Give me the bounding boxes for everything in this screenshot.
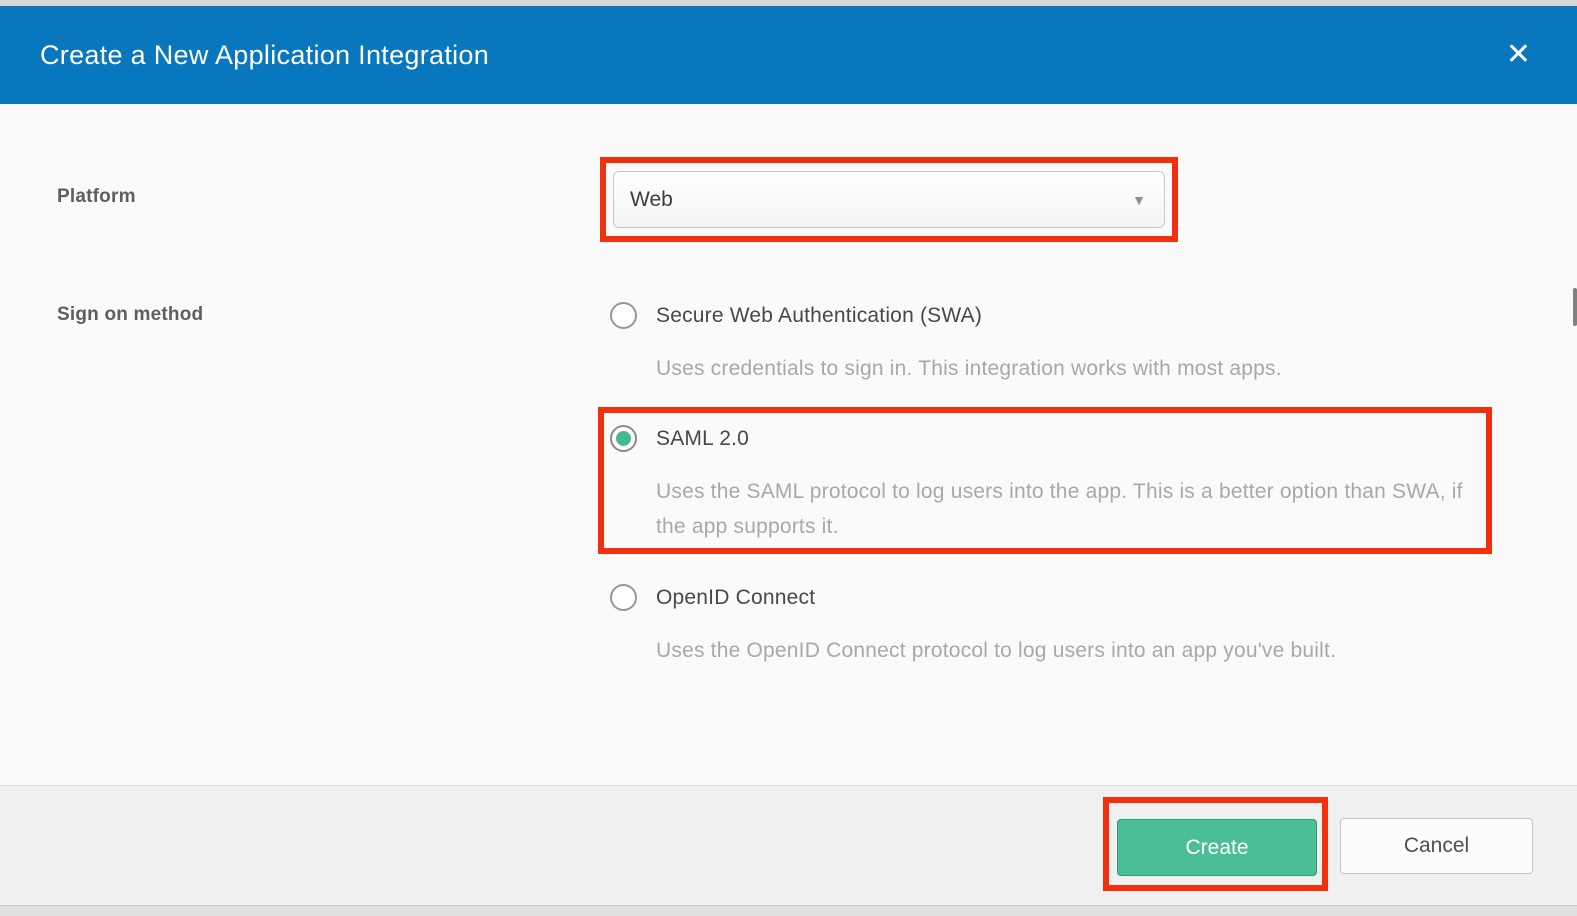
sign-on-method-field-label: Sign on method — [57, 304, 203, 326]
create-button[interactable]: Create — [1117, 819, 1317, 876]
close-icon[interactable]: ✕ — [1506, 40, 1531, 70]
radio-dot — [616, 590, 631, 605]
scrollbar-thumb[interactable] — [1573, 288, 1577, 326]
option-label-openid[interactable]: OpenID Connect — [656, 586, 815, 610]
radio-selected-dot — [616, 431, 631, 446]
option-label-saml[interactable]: SAML 2.0 — [656, 427, 749, 451]
modal-header: Create a New Application Integration ✕ — [0, 6, 1577, 104]
option-description-swa: Uses credentials to sign in. This integr… — [656, 351, 1516, 386]
radio-dot — [616, 308, 631, 323]
cancel-button[interactable]: Cancel — [1340, 818, 1533, 874]
chevron-down-icon: ▼ — [1132, 192, 1146, 208]
page-bottom-strip — [0, 905, 1577, 916]
option-description-openid: Uses the OpenID Connect protocol to log … — [656, 633, 1536, 668]
option-description-saml: Uses the SAML protocol to log users into… — [656, 474, 1476, 544]
radio-secure-web-authentication[interactable] — [610, 302, 637, 329]
radio-saml-2-0[interactable] — [610, 425, 637, 452]
option-label-swa[interactable]: Secure Web Authentication (SWA) — [656, 304, 982, 328]
radio-openid-connect[interactable] — [610, 584, 637, 611]
platform-dropdown[interactable]: Web ▼ — [613, 171, 1165, 228]
platform-field-label: Platform — [57, 186, 136, 208]
platform-dropdown-value: Web — [630, 188, 673, 212]
page-title: Create a New Application Integration — [40, 40, 489, 71]
